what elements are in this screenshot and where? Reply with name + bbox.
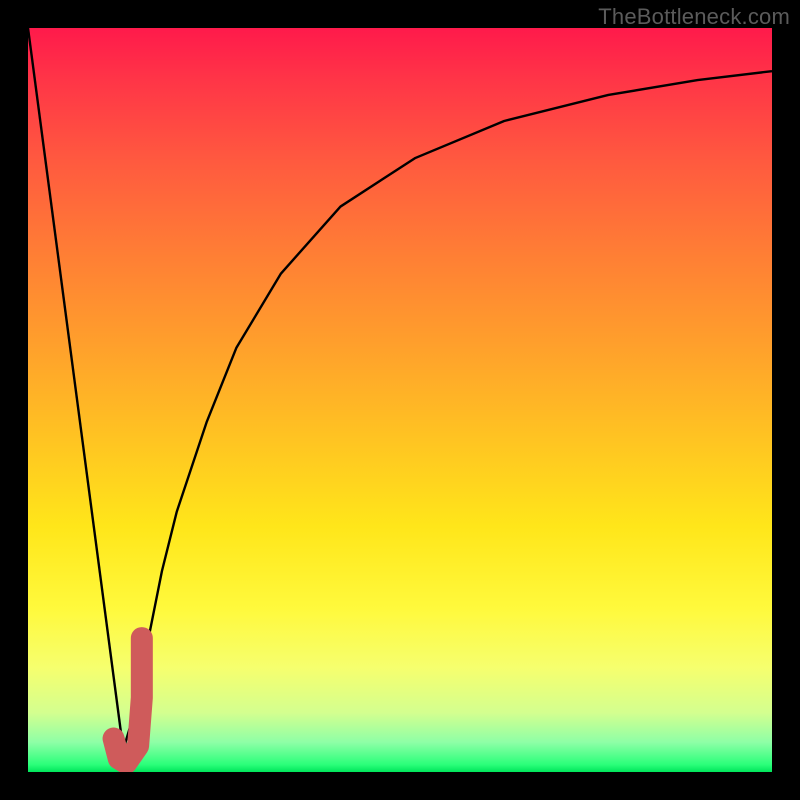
watermark-text: TheBottleneck.com bbox=[598, 4, 790, 30]
plot-background bbox=[28, 28, 772, 772]
chart-stage: TheBottleneck.com bbox=[0, 0, 800, 800]
